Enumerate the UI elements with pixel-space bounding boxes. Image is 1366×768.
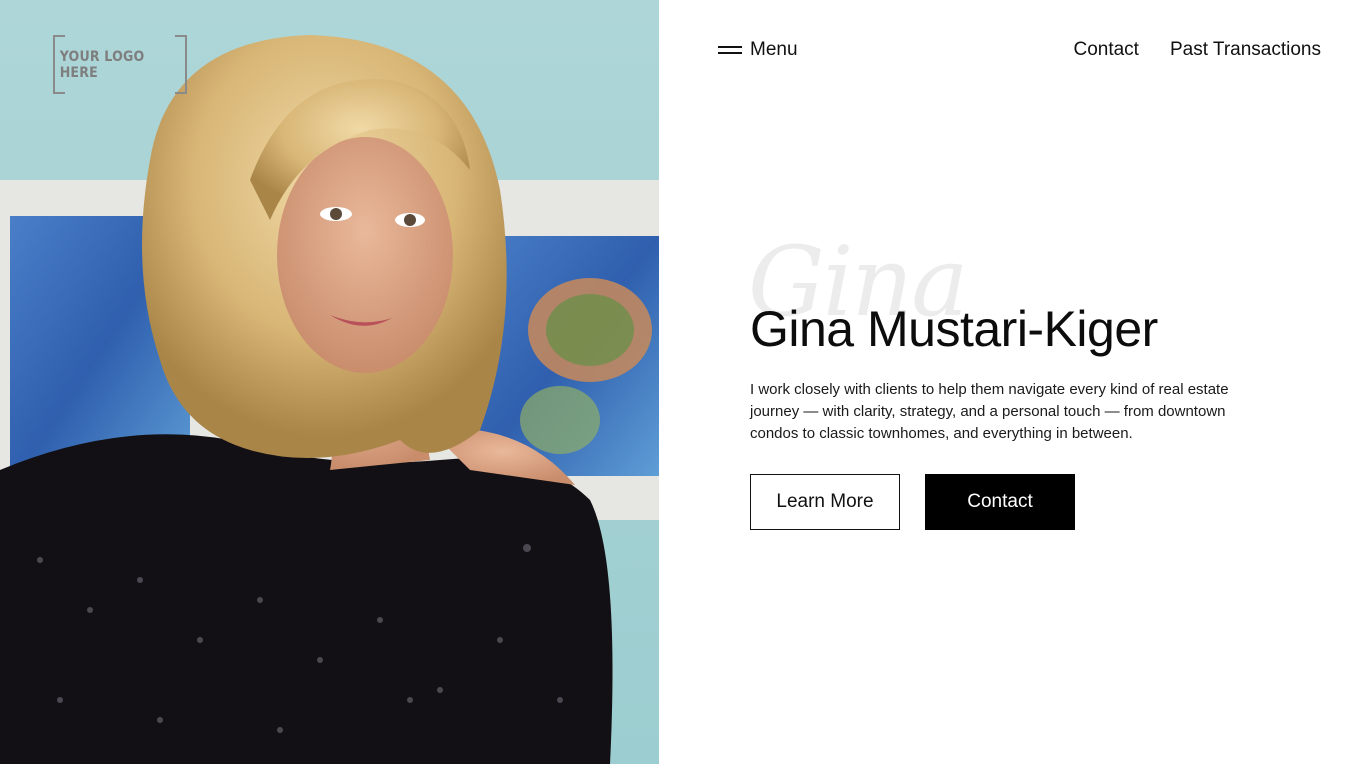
page-title: Gina Mustari-Kiger xyxy=(750,301,1158,357)
site-logo[interactable]: YOUR LOGO HERE xyxy=(53,35,187,94)
contact-button[interactable]: Contact xyxy=(925,474,1075,530)
agent-portrait: YOUR LOGO HERE xyxy=(0,0,659,764)
intro-paragraph: I work closely with clients to help them… xyxy=(750,381,1229,442)
portrait-illustration xyxy=(0,0,659,764)
nav-link-past-transactions[interactable]: Past Transactions xyxy=(1170,39,1321,61)
hamburger-icon xyxy=(718,45,742,55)
top-nav: Contact Past Transactions xyxy=(1073,36,1321,64)
menu-button[interactable]: Menu xyxy=(718,36,798,64)
logo-text: YOUR LOGO HERE xyxy=(59,48,145,81)
nav-link-contact[interactable]: Contact xyxy=(1073,39,1138,61)
logo-bracket-right xyxy=(175,35,187,94)
learn-more-button[interactable]: Learn More xyxy=(750,474,900,530)
menu-label: Menu xyxy=(750,39,798,60)
